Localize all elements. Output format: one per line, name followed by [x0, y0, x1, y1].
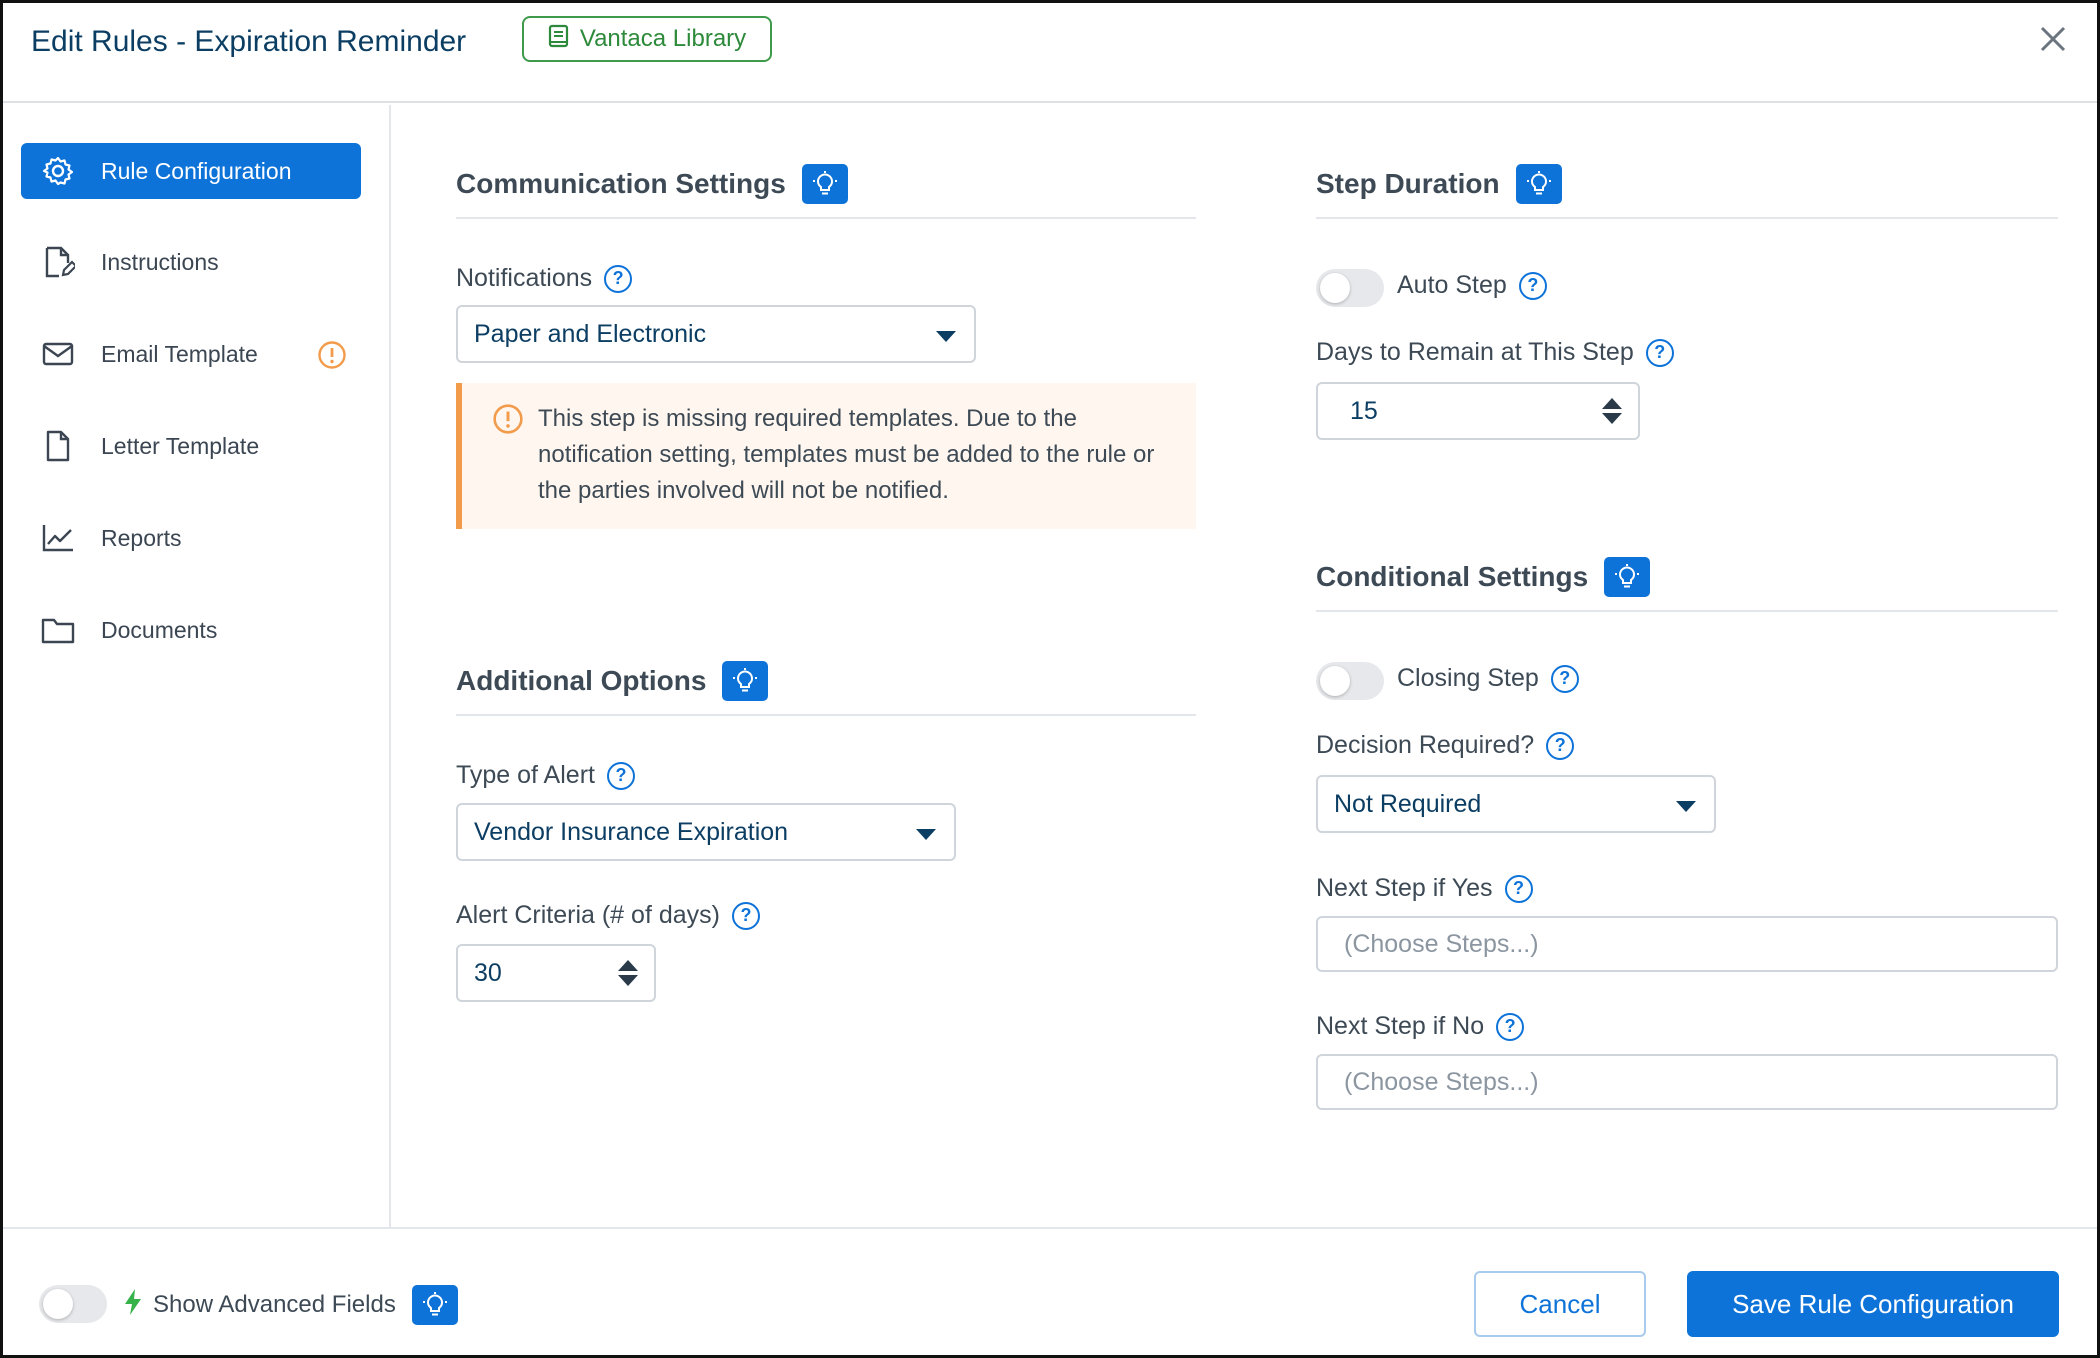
library-badge[interactable]: Vantaca Library [522, 16, 772, 62]
sidebar: Rule Configuration Instructions Email Te… [3, 105, 391, 1227]
lightbulb-icon[interactable] [801, 164, 848, 204]
auto-step-toggle[interactable] [1316, 269, 1384, 307]
section-divider [1316, 610, 2058, 612]
lightbulb-icon[interactable] [1604, 557, 1651, 597]
lightbulb-icon[interactable] [722, 661, 769, 701]
help-icon[interactable]: ? [1496, 1012, 1525, 1041]
library-badge-label: Vantaca Library [579, 25, 747, 52]
type-of-alert-select[interactable]: Vendor Insurance Expiration [456, 803, 956, 861]
help-icon[interactable]: ? [1546, 731, 1575, 760]
next-step-yes-input[interactable]: (Choose Steps...) [1316, 916, 2058, 972]
days-to-remain-label: Days to Remain at This Step ? [1316, 338, 1674, 367]
lightbulb-icon[interactable] [1515, 164, 1562, 204]
closing-step-toggle[interactable] [1316, 662, 1384, 700]
help-icon[interactable]: ? [606, 761, 635, 790]
auto-step-label: Auto Step ? [1397, 271, 1547, 300]
type-of-alert-label: Type of Alert ? [456, 761, 635, 790]
dialog-title: Edit Rules - Expiration Reminder [31, 25, 467, 58]
warning-icon [317, 340, 347, 376]
book-icon [548, 24, 570, 55]
close-icon[interactable] [2035, 21, 2071, 57]
stepper-arrows-icon[interactable] [618, 960, 638, 986]
communication-settings-title: Communication Settings [456, 164, 848, 204]
help-icon[interactable]: ? [1550, 664, 1579, 693]
help-icon[interactable]: ? [604, 264, 633, 293]
warning-icon [492, 403, 524, 446]
cancel-button[interactable]: Cancel [1474, 1271, 1646, 1337]
decision-required-label: Decision Required? ? [1316, 731, 1575, 760]
alert-criteria-label: Alert Criteria (# of days) ? [456, 901, 760, 930]
chevron-down-icon [916, 829, 936, 840]
show-advanced-fields-label: Show Advanced Fields [123, 1285, 458, 1325]
sidebar-item-rule-configuration[interactable]: Rule Configuration [21, 143, 361, 199]
dialog-footer: Show Advanced Fields Cancel Save Rule Co… [3, 1227, 2097, 1355]
closing-step-label: Closing Step ? [1397, 664, 1579, 693]
alert-text: This step is missing required templates.… [538, 405, 1155, 504]
alert-criteria-stepper[interactable]: 30 [456, 944, 656, 1002]
notifications-label: Notifications ? [456, 264, 633, 293]
help-icon[interactable]: ? [1645, 338, 1674, 367]
document-icon [41, 429, 75, 463]
help-icon[interactable]: ? [1518, 271, 1547, 300]
save-rule-configuration-button[interactable]: Save Rule Configuration [1687, 1271, 2059, 1337]
conditional-settings-title: Conditional Settings [1316, 557, 1651, 597]
show-advanced-fields-toggle[interactable] [39, 1285, 107, 1323]
additional-options-title: Additional Options [456, 661, 769, 701]
dialog-header: Edit Rules - Expiration Reminder Vantaca… [3, 3, 2097, 103]
help-icon[interactable]: ? [1504, 874, 1533, 903]
step-duration-title: Step Duration [1316, 164, 1562, 204]
chevron-down-icon [1676, 801, 1696, 812]
days-to-remain-stepper[interactable]: 15 [1316, 382, 1640, 440]
missing-templates-alert: This step is missing required templates.… [456, 383, 1196, 529]
folder-icon [41, 613, 75, 647]
sidebar-item-label: Letter Template [101, 432, 260, 459]
section-divider [456, 714, 1196, 716]
sidebar-item-documents[interactable]: Documents [21, 602, 361, 658]
gear-icon [41, 154, 75, 188]
help-icon[interactable]: ? [731, 901, 760, 930]
section-divider [456, 217, 1196, 219]
lightning-icon [123, 1288, 143, 1323]
notifications-select[interactable]: Paper and Electronic [456, 305, 976, 363]
stepper-arrows-icon[interactable] [1602, 398, 1622, 424]
sidebar-item-email-template[interactable]: Email Template [21, 326, 361, 382]
lightbulb-icon[interactable] [411, 1285, 458, 1325]
envelope-icon [41, 337, 75, 371]
next-step-yes-label: Next Step if Yes ? [1316, 874, 1533, 903]
document-edit-icon [41, 245, 75, 279]
line-chart-icon [41, 521, 75, 555]
sidebar-item-label: Documents [101, 616, 218, 643]
sidebar-item-instructions[interactable]: Instructions [21, 234, 361, 290]
next-step-no-label: Next Step if No ? [1316, 1012, 1525, 1041]
sidebar-item-label: Reports [101, 524, 182, 551]
chevron-down-icon [936, 331, 956, 342]
sidebar-item-letter-template[interactable]: Letter Template [21, 418, 361, 474]
sidebar-item-label: Rule Configuration [101, 157, 292, 184]
edit-rules-dialog: Edit Rules - Expiration Reminder Vantaca… [0, 0, 2100, 1358]
section-divider [1316, 217, 2058, 219]
decision-required-select[interactable]: Not Required [1316, 775, 1716, 833]
sidebar-item-label: Email Template [101, 340, 258, 367]
next-step-no-input[interactable]: (Choose Steps...) [1316, 1054, 2058, 1110]
sidebar-item-label: Instructions [101, 248, 219, 275]
sidebar-item-reports[interactable]: Reports [21, 510, 361, 566]
